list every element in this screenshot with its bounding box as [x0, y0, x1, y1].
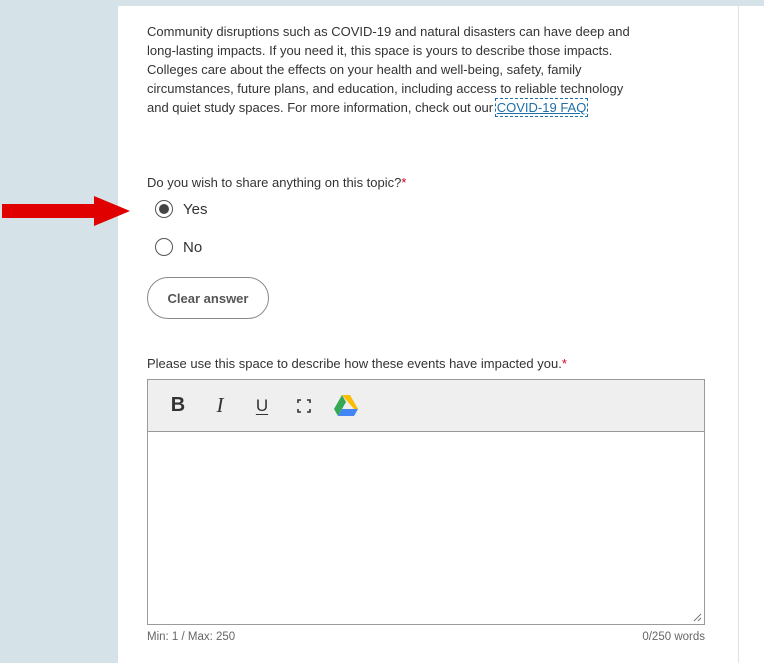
top-strip [118, 0, 764, 6]
underline-button[interactable]: U [250, 392, 274, 420]
prompt-text: Please use this space to describe how th… [147, 356, 562, 371]
fullscreen-icon[interactable] [292, 392, 316, 420]
google-drive-icon[interactable] [334, 392, 358, 420]
rich-text-editor: B I U [147, 379, 705, 625]
required-marker: * [401, 175, 407, 190]
clear-answer-button[interactable]: Clear answer [147, 277, 269, 319]
editor-toolbar: B I U [148, 380, 704, 432]
covid-faq-link[interactable]: COVID-19 FAQ [494, 98, 589, 117]
word-count: 0/250 words [642, 631, 705, 643]
required-marker: * [561, 356, 567, 371]
radio-selected-dot [159, 204, 169, 214]
italic-button[interactable]: I [208, 392, 232, 420]
radio-label-no: No [183, 238, 203, 256]
radio-button-no[interactable] [155, 238, 173, 256]
radio-button-yes[interactable] [155, 200, 173, 218]
resize-handle-icon[interactable] [692, 612, 702, 622]
intro-text: Community disruptions such as COVID-19 a… [147, 22, 647, 117]
radio-option-no[interactable]: No [155, 238, 202, 256]
word-limits: Min: 1 / Max: 250 [147, 631, 236, 643]
share-question-label: Do you wish to share anything on this to… [147, 175, 406, 190]
radio-option-yes[interactable]: Yes [155, 200, 207, 218]
left-sidebar-panel [0, 0, 118, 663]
radio-label-yes: Yes [183, 200, 208, 218]
description-prompt: Please use this space to describe how th… [147, 356, 567, 371]
bold-button[interactable]: B [166, 392, 190, 420]
description-textarea[interactable] [148, 432, 704, 624]
right-divider [738, 0, 739, 663]
question-text: Do you wish to share anything on this to… [147, 175, 402, 190]
red-arrow-icon [2, 196, 130, 226]
